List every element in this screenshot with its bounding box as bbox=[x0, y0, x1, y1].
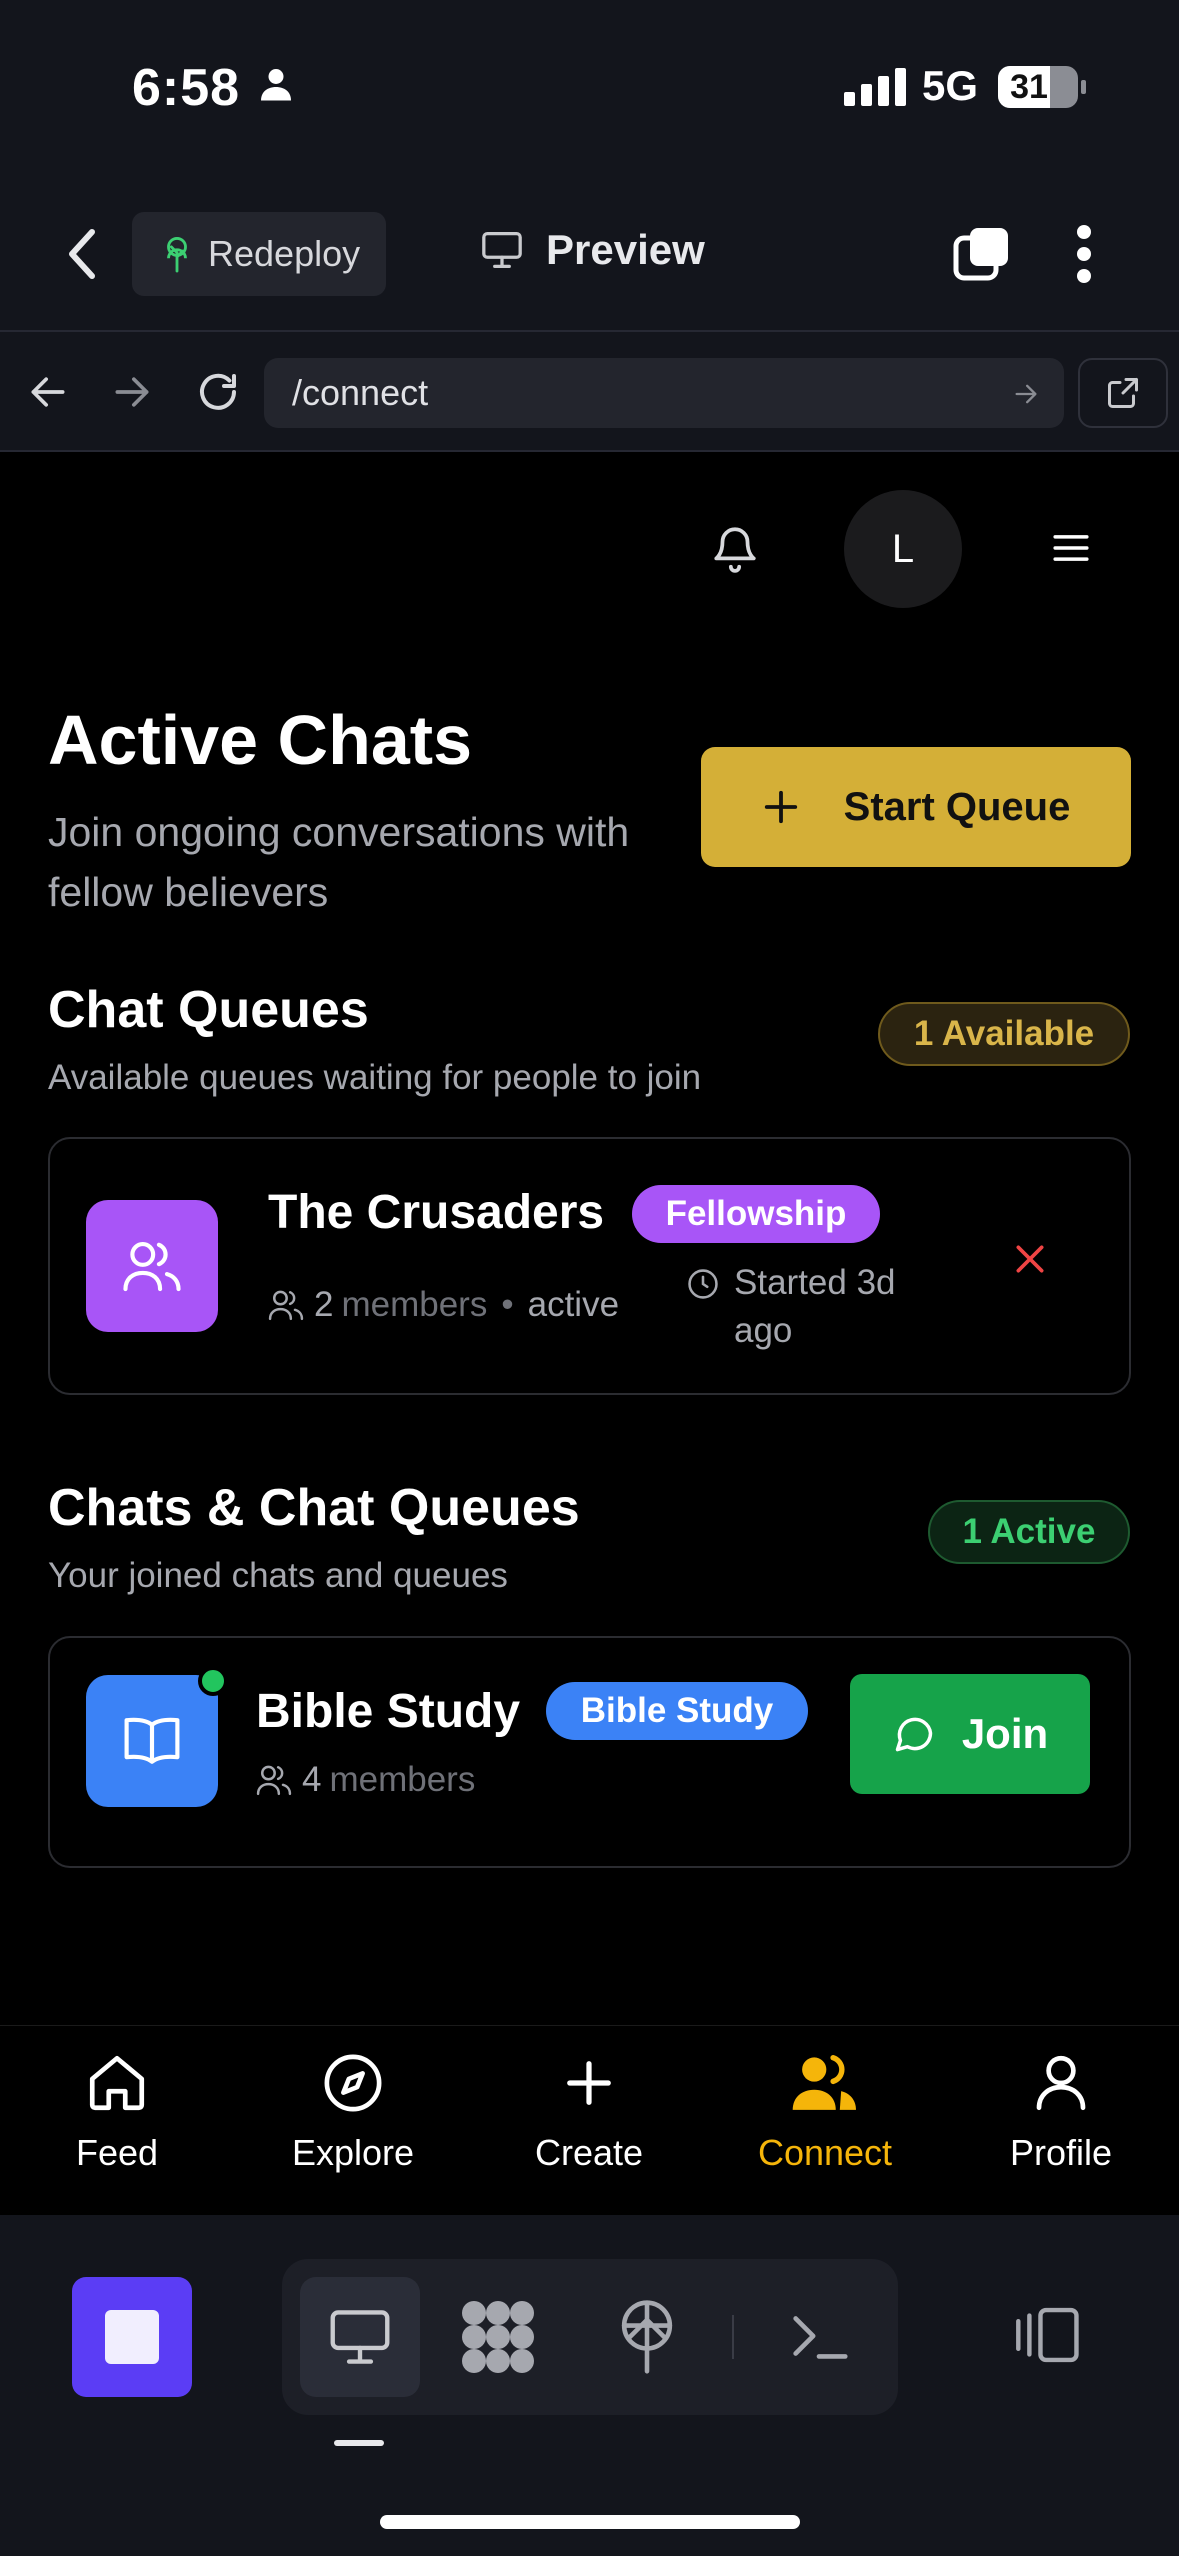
tree-icon bbox=[160, 235, 194, 273]
queue-meta: 2 members • active bbox=[268, 1285, 619, 1325]
arrow-left-icon[interactable] bbox=[26, 370, 70, 414]
bell-icon[interactable] bbox=[710, 520, 760, 576]
online-indicator bbox=[198, 1666, 228, 1696]
nav-create[interactable]: Create bbox=[489, 2050, 689, 2174]
nav-connect-label: Connect bbox=[757, 2132, 893, 2173]
preview-tab[interactable]: Preview bbox=[480, 226, 705, 274]
book-icon bbox=[122, 1715, 182, 1767]
plus-icon bbox=[556, 2050, 622, 2116]
go-arrow-icon[interactable] bbox=[1012, 380, 1040, 408]
home-indicator bbox=[380, 2515, 800, 2529]
user-icon bbox=[1028, 2050, 1094, 2116]
reload-icon[interactable] bbox=[194, 368, 242, 416]
battery-level: 31 bbox=[1010, 68, 1048, 106]
member-count: 4 bbox=[302, 1760, 322, 1799]
redeploy-button[interactable]: Redeploy bbox=[132, 212, 386, 296]
open-external-button[interactable] bbox=[1078, 358, 1168, 428]
more-options-icon[interactable] bbox=[1076, 224, 1092, 284]
monitor-icon bbox=[327, 2307, 393, 2367]
stop-button[interactable] bbox=[72, 2277, 192, 2397]
nav-explore[interactable]: Explore bbox=[253, 2050, 453, 2174]
nav-feed[interactable]: Feed bbox=[17, 2050, 217, 2174]
signal-icon bbox=[844, 66, 906, 106]
page-subtitle: Join ongoing conversations with fellow b… bbox=[48, 809, 630, 915]
close-icon[interactable] bbox=[1010, 1239, 1050, 1279]
dev-toolbar bbox=[0, 2215, 1179, 2556]
join-label: Join bbox=[961, 1710, 1049, 1757]
queue-name: The Crusaders bbox=[268, 1186, 605, 1239]
nav-profile[interactable]: Profile bbox=[961, 2050, 1161, 2174]
url-bar: /connect bbox=[0, 330, 1179, 452]
url-path: /connect bbox=[292, 372, 429, 413]
preview-label: Preview bbox=[546, 226, 705, 273]
split-view-icon[interactable] bbox=[1010, 2303, 1082, 2367]
bible-study-tag: Bible Study bbox=[546, 1682, 808, 1740]
fellowship-tag: Fellowship bbox=[632, 1185, 880, 1243]
started-info: Started 3d ago bbox=[686, 1259, 934, 1355]
compass-icon bbox=[320, 2050, 386, 2116]
nav-connect[interactable]: Connect bbox=[725, 2050, 925, 2174]
divider bbox=[732, 2315, 734, 2359]
chat-meta: 4 members bbox=[256, 1760, 475, 1800]
tabs-icon[interactable] bbox=[952, 224, 1012, 284]
start-queue-label: Start Queue bbox=[843, 784, 1071, 829]
page-title: Active Chats bbox=[48, 701, 473, 779]
menu-icon[interactable] bbox=[1052, 532, 1090, 564]
blocks-icon[interactable] bbox=[458, 2297, 538, 2377]
group-avatar bbox=[86, 1200, 218, 1332]
dev-view-switcher bbox=[282, 2259, 898, 2415]
active-view-indicator bbox=[334, 2440, 384, 2446]
message-icon bbox=[892, 1712, 936, 1756]
home-icon bbox=[84, 2050, 150, 2116]
plus-icon bbox=[762, 788, 800, 826]
available-badge: 1 Available bbox=[878, 1002, 1130, 1066]
chat-avatar bbox=[86, 1675, 218, 1807]
chat-name: Bible Study bbox=[256, 1685, 521, 1738]
active-badge: 1 Active bbox=[928, 1500, 1130, 1564]
started-time: Started 3d ago bbox=[734, 1263, 896, 1350]
avatar-initial: L bbox=[891, 526, 915, 571]
status-time: 6:58 bbox=[132, 59, 241, 117]
avatar[interactable]: L bbox=[844, 490, 962, 608]
nav-explore-label: Explore bbox=[291, 2132, 415, 2173]
nav-profile-label: Profile bbox=[1009, 2132, 1113, 2173]
members-icon bbox=[256, 1763, 292, 1797]
members-icon bbox=[268, 1288, 304, 1322]
users-icon bbox=[122, 1238, 182, 1294]
deploy-icon[interactable] bbox=[612, 2297, 682, 2377]
person-icon bbox=[258, 66, 294, 102]
external-link-icon bbox=[1105, 375, 1141, 411]
network-type: 5G bbox=[922, 62, 979, 109]
separator-dot: • bbox=[501, 1285, 514, 1324]
url-field[interactable]: /connect bbox=[264, 358, 1064, 428]
queue-state: active bbox=[527, 1285, 620, 1324]
browser-chrome: 6:58 5G 31 Redeploy Preview bbox=[0, 0, 1179, 330]
chats-title: Chats & Chat Queues bbox=[48, 1479, 580, 1537]
battery-icon: 31 bbox=[998, 66, 1086, 108]
member-count: 2 bbox=[314, 1285, 334, 1324]
clock-icon bbox=[686, 1267, 720, 1301]
preview-view-button[interactable] bbox=[300, 2277, 420, 2397]
nav-feed-label: Feed bbox=[75, 2132, 159, 2173]
chat-queues-title: Chat Queues bbox=[48, 981, 369, 1039]
join-button[interactable]: Join bbox=[850, 1674, 1090, 1794]
members-label: members bbox=[341, 1285, 488, 1324]
back-chevron-icon[interactable] bbox=[62, 226, 102, 282]
chat-queues-subtitle: Available queues waiting for people to j… bbox=[48, 1058, 702, 1097]
redeploy-label: Redeploy bbox=[208, 233, 361, 274]
queue-card[interactable]: The Crusaders Fellowship 2 members • act… bbox=[48, 1137, 1131, 1395]
terminal-icon[interactable] bbox=[784, 2301, 854, 2371]
start-queue-button[interactable]: Start Queue bbox=[701, 747, 1131, 867]
members-label: members bbox=[329, 1760, 476, 1799]
nav-create-label: Create bbox=[534, 2132, 644, 2173]
monitor-icon bbox=[480, 230, 524, 270]
chats-subtitle: Your joined chats and queues bbox=[48, 1556, 508, 1595]
bottom-nav: Feed Explore Create Connect Profile bbox=[0, 2025, 1179, 2216]
arrow-right-icon[interactable] bbox=[110, 370, 154, 414]
users-icon bbox=[790, 2050, 860, 2116]
chat-card[interactable]: Bible Study Bible Study 4 members Join bbox=[48, 1636, 1131, 1868]
stop-icon bbox=[105, 2310, 159, 2364]
